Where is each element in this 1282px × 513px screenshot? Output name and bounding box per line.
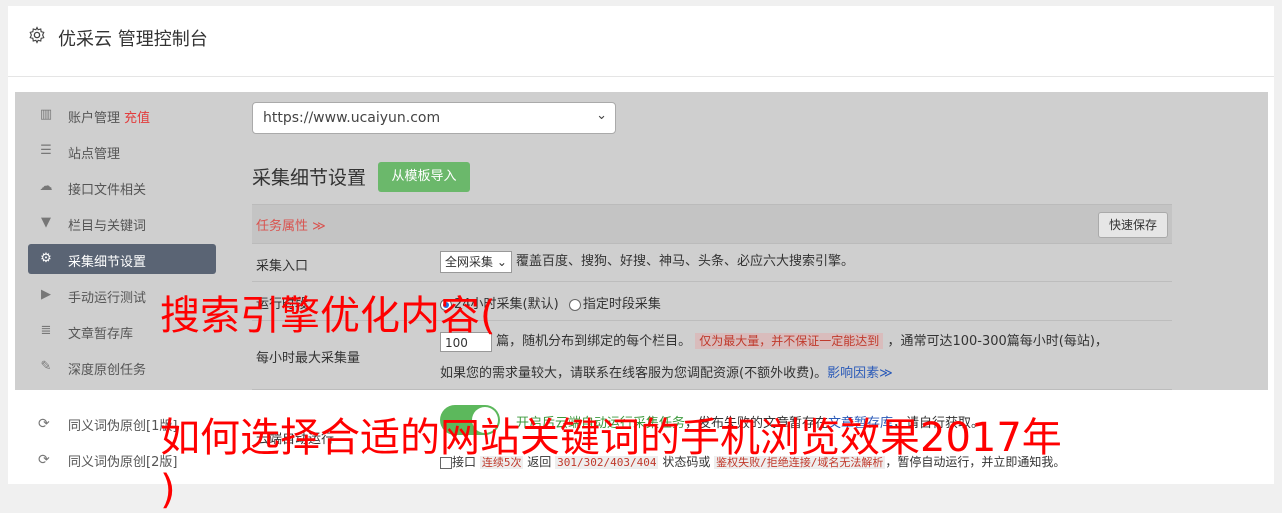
overlay-headline-3: ) [160, 467, 176, 513]
sidebar-item-label: 采集细节设置 [68, 255, 147, 270]
row-label: 采集入口 [256, 259, 309, 274]
sidebar-item-label: 手动运行测试 [68, 291, 147, 306]
max-help-text: 如果您的需求量较大，请联系在线客服为您调配资源(不额外收费)。 [440, 366, 828, 381]
entry-description: 覆盖百度、搜狗、好搜、神马、头条、必应六大搜索引擎。 [516, 254, 855, 269]
refresh-icon: ⟳ [38, 452, 50, 468]
refresh-icon: ⟳ [38, 416, 50, 432]
gears-icon: ⚙ [40, 251, 52, 266]
row-label: 每小时最大采集量 [256, 351, 361, 366]
sidebar-item-label: 站点管理 [68, 147, 121, 162]
bar-chart-icon: ▥ [39, 107, 53, 122]
sidebar-item-deep-original[interactable]: ✎ 深度原创任务 [28, 352, 216, 382]
overlay-headline-2: 如何选择合适的网站关键词的手机浏览效果2017年 [160, 415, 1062, 461]
sidebar-item-label: 文章暂存库 [68, 327, 134, 342]
max-tail-text: ，通常可达100-300篇每小时(每站)， [887, 334, 1108, 349]
max-unit-text: 篇，随机分布到绑定的每个栏目。 [496, 334, 692, 349]
radio-scheduled[interactable] [568, 298, 581, 311]
top-header: 优采云 管理控制台 [8, 6, 1274, 77]
import-template-button[interactable]: 从模板导入 [378, 162, 470, 192]
overlay-headline-1: 搜索引擎优化内容( [160, 293, 496, 339]
influence-factors-link[interactable]: 影响因素≫ [827, 366, 893, 381]
sidebar-item-label: 接口文件相关 [68, 183, 147, 198]
sidebar-item-account[interactable]: ▥ 账户管理 充值 [28, 100, 216, 130]
section-title: 采集细节设置 [252, 167, 367, 189]
row-collect-entry: 采集入口 全网采集 ⌄ 覆盖百度、搜狗、好搜、神马、头条、必应六大搜索引擎。 [252, 243, 1172, 282]
sidebar-item-label: 账户管理 [68, 111, 121, 126]
cloud-upload-icon: ☁ [39, 179, 53, 194]
chevron-down-icon: ⌄ [596, 108, 607, 123]
site-select[interactable]: https://www.ucaiyun.com ⌄ [252, 102, 616, 134]
entry-select[interactable]: 全网采集 ⌄ [440, 250, 512, 273]
filter-icon: ▼ [41, 215, 51, 230]
site-select-value: https://www.ucaiyun.com [263, 110, 441, 126]
max-warning-tag: 仅为最大量，并不保证一定能达到 [695, 333, 884, 349]
sidebar-item-api-files[interactable]: ☁ 接口文件相关 [28, 172, 216, 202]
server-icon: ☰ [40, 143, 52, 158]
task-attributes-toggle[interactable]: 任务属性 ≫ [256, 215, 326, 234]
recharge-link[interactable]: 充值 [124, 111, 150, 126]
database-icon: ≣ [40, 323, 52, 338]
sidebar-item-collect-settings[interactable]: ⚙ 采集细节设置 [28, 244, 216, 274]
play-icon: ▶ [41, 287, 51, 302]
page-title: 优采云 管理控制台 [58, 29, 208, 50]
quick-save-button[interactable]: 快速保存 [1098, 212, 1168, 238]
radio-scheduled-label: 指定时段采集 [582, 297, 661, 312]
task-attributes-bar: 任务属性 ≫ 快速保存 [252, 204, 1172, 244]
sidebar-item-label: 深度原创任务 [68, 363, 147, 378]
sidebar-item-keywords[interactable]: ▼ 栏目与关键词 [28, 208, 216, 238]
gear-icon [29, 26, 45, 44]
entry-select-value: 全网采集 [445, 254, 494, 269]
edit-icon: ✎ [40, 359, 52, 374]
sidebar-item-sites[interactable]: ☰ 站点管理 [28, 136, 216, 166]
sidebar-item-label: 栏目与关键词 [68, 219, 147, 234]
